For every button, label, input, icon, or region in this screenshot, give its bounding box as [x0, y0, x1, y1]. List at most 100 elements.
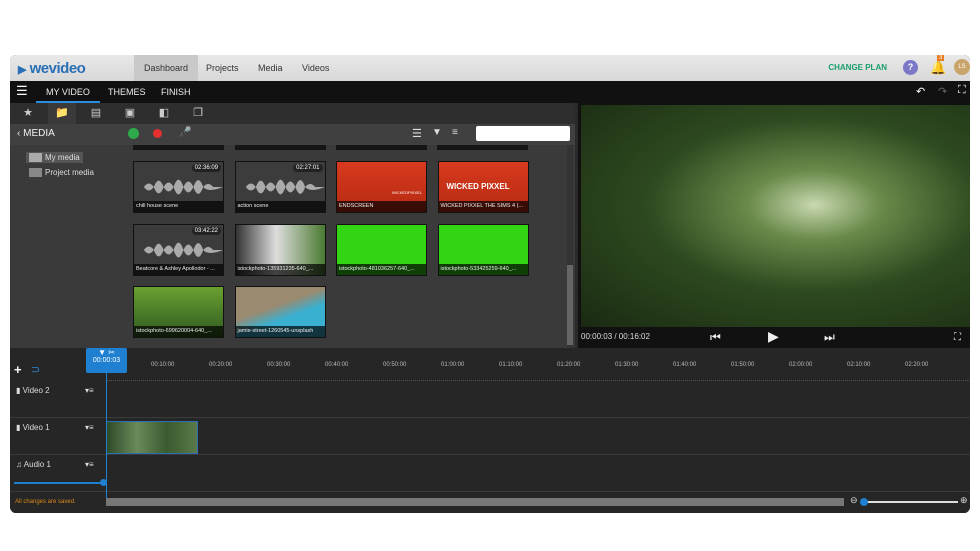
magnet-icon[interactable]: ⊃ [31, 363, 40, 376]
save-status: All changes are saved. [15, 499, 76, 505]
media-thumbnail[interactable]: istockphoto-533425259-640_... [437, 223, 529, 276]
video-clip[interactable] [106, 421, 198, 454]
logo-text: wevideo [29, 60, 86, 77]
duration-badge: 02:27:01 [293, 164, 323, 172]
playhead-time: 00:00:03 [92, 357, 121, 364]
media-header: ‹ MEDIA 🎤 ☰ ▼ ≡ [10, 124, 575, 145]
track-menu-icon[interactable]: ▾≡ [85, 460, 94, 469]
media-thumbnail[interactable] [437, 145, 528, 150]
nav-tab-media[interactable]: Media [248, 55, 293, 81]
microphone-icon[interactable]: 🎤 [179, 127, 191, 138]
tree-item-my-media[interactable]: My media [26, 152, 83, 164]
tab-finish[interactable]: FINISH [161, 81, 191, 103]
transition-icon[interactable]: ◧ [150, 103, 178, 124]
media-thumbnail[interactable]: jamie-street-1260545-unsplash [234, 286, 326, 338]
media-thumbnail[interactable] [133, 145, 224, 150]
list-view-icon[interactable]: ☰ [412, 127, 422, 140]
thumbnail-label: WICKED PIXXEL THE SIMS 4 (... [438, 201, 528, 212]
undo-icon[interactable]: ↶ [916, 85, 925, 98]
logo[interactable]: ▶ wevideo [18, 60, 86, 77]
media-thumbnail[interactable]: WICKED PIXXEL WICKED PIXXEL THE SIMS 4 (.… [437, 161, 529, 213]
text-icon[interactable]: ▤ [82, 103, 110, 124]
change-plan-link[interactable]: CHANGE PLAN [828, 63, 887, 72]
media-tools-bar: ★ 📁 ▤ ▣ ◧ ❐ [10, 103, 575, 124]
audio-volume-slider[interactable] [14, 479, 107, 486]
bell-icon[interactable]: 🔔 [930, 60, 946, 76]
media-thumbnail[interactable] [336, 145, 427, 150]
thumbnail-label: istockphoto-699620004-640_... [134, 326, 223, 337]
star-icon[interactable]: ★ [14, 103, 42, 124]
add-track-icon[interactable]: + [14, 362, 22, 377]
filter-icon[interactable]: ▼ [432, 127, 442, 138]
tree-item-project-media[interactable]: Project media [29, 168, 94, 178]
media-back-button[interactable]: ‹ MEDIA [17, 128, 55, 139]
music-icon[interactable]: ▣ [116, 103, 144, 124]
marker-split-icons[interactable]: ▼ ✂ [86, 348, 127, 357]
ruler-tick-label: 01:50:00 [731, 362, 755, 368]
fullscreen-preview-icon[interactable]: ⛶ [954, 332, 961, 343]
images-icon[interactable]: ❐ [184, 103, 212, 124]
ruler-tick-label: 02:10:00 [847, 362, 871, 368]
waveform-icon [134, 179, 223, 195]
media-thumbnail[interactable]: 02:27:01 action scene [234, 161, 326, 213]
timeline: + ⊃ 00:10:00 00:20:00 00:30:00 00:40:00 00:5… [10, 348, 970, 513]
thumbnail-label: jamie-street-1260545-unsplash [235, 326, 325, 337]
thumbnail-overlay-text: WICKED PIXXEL [446, 182, 510, 191]
track-menu-icon[interactable]: ▾≡ [85, 386, 94, 395]
tab-themes[interactable]: THEMES [108, 81, 146, 103]
track-video-2: ▮ Video 2 ▾≡ [10, 381, 970, 418]
zoom-slider[interactable] [860, 498, 958, 506]
media-thumbnail[interactable]: istockphoto-481036257-640_... [336, 223, 427, 276]
record-icon[interactable] [153, 129, 162, 138]
media-thumbnail[interactable] [235, 145, 326, 150]
media-scrollbar[interactable] [567, 145, 573, 348]
hamburger-menu-icon[interactable]: ☰ [16, 84, 28, 98]
nav-tab-projects[interactable]: Projects [196, 55, 249, 81]
track-label: ▮ Video 1 [16, 423, 50, 432]
help-icon[interactable]: ? [903, 60, 918, 75]
track-menu-icon[interactable]: ▾≡ [85, 423, 94, 432]
duration-badge: 02:36:09 [191, 164, 221, 172]
media-search-input[interactable] [476, 126, 570, 141]
tree-label: My media [45, 153, 80, 162]
media-thumbnail[interactable]: 02:36:09 chill house scene [133, 161, 224, 213]
folder-icon[interactable]: 📁 [48, 103, 76, 124]
ruler-tick-label: 00:40:00 [325, 362, 349, 368]
ruler-tick-label: 01:30:00 [615, 362, 639, 368]
duration-badge: 03:42:22 [191, 226, 221, 235]
top-nav: ▶ wevideo Dashboard Projects Media Video… [10, 55, 970, 81]
thumbnail-label: action scene [235, 201, 325, 212]
media-thumbnail[interactable]: WICKEDPIXXEL ENDSCREEN [336, 161, 427, 213]
media-thumbnail[interactable]: istockphoto-699620004-640_... [133, 286, 224, 338]
sort-icon[interactable]: ≡ [452, 127, 458, 138]
thumbnail-label: Beatcore & Ashley Apollodor - ... [134, 263, 223, 275]
wevideo-editor: ▶ wevideo Dashboard Projects Media Video… [10, 55, 970, 513]
ruler-tick-label: 02:20:00 [905, 362, 929, 368]
nav-tab-videos[interactable]: Videos [292, 55, 339, 81]
zoom-in-icon[interactable]: ⊕ [960, 495, 968, 506]
media-thumbnail[interactable]: 03:42:22 Beatcore & Ashley Apollodor - ..… [133, 223, 224, 276]
ruler-tick-label: 00:50:00 [383, 362, 407, 368]
waveform-icon [134, 242, 223, 257]
preview-video[interactable] [581, 105, 970, 327]
thumbnail-label: chill house scene [134, 201, 223, 212]
redo-icon[interactable]: ↷ [938, 85, 947, 98]
media-title: MEDIA [23, 128, 55, 139]
timeline-scrollbar[interactable] [106, 498, 844, 506]
playhead[interactable]: ▼ ✂ 00:00:03 [86, 348, 127, 373]
track-label: ▮ Video 2 [16, 386, 50, 395]
tab-my-video[interactable]: MY VIDEO [36, 81, 100, 103]
play-icon[interactable]: ▶ [768, 328, 779, 345]
avatar[interactable]: LS [954, 59, 970, 75]
waveform-icon [235, 179, 325, 195]
upload-icon[interactable] [128, 128, 139, 139]
ruler-tick-label: 00:20:00 [209, 362, 233, 368]
fullscreen-icon[interactable]: ⛶ [958, 84, 966, 97]
media-thumbnail[interactable]: istockphoto-135931235-640_... [234, 223, 326, 276]
skip-back-icon[interactable]: ⏮ [710, 330, 721, 345]
track-label: ♫ Audio 1 [16, 460, 51, 469]
skip-forward-icon[interactable]: ⏭ [824, 330, 835, 345]
nav-tab-dashboard[interactable]: Dashboard [134, 55, 199, 81]
preview-time: 00:00:03 / 00:16:02 [581, 332, 650, 341]
zoom-out-icon[interactable]: ⊖ [850, 495, 858, 506]
